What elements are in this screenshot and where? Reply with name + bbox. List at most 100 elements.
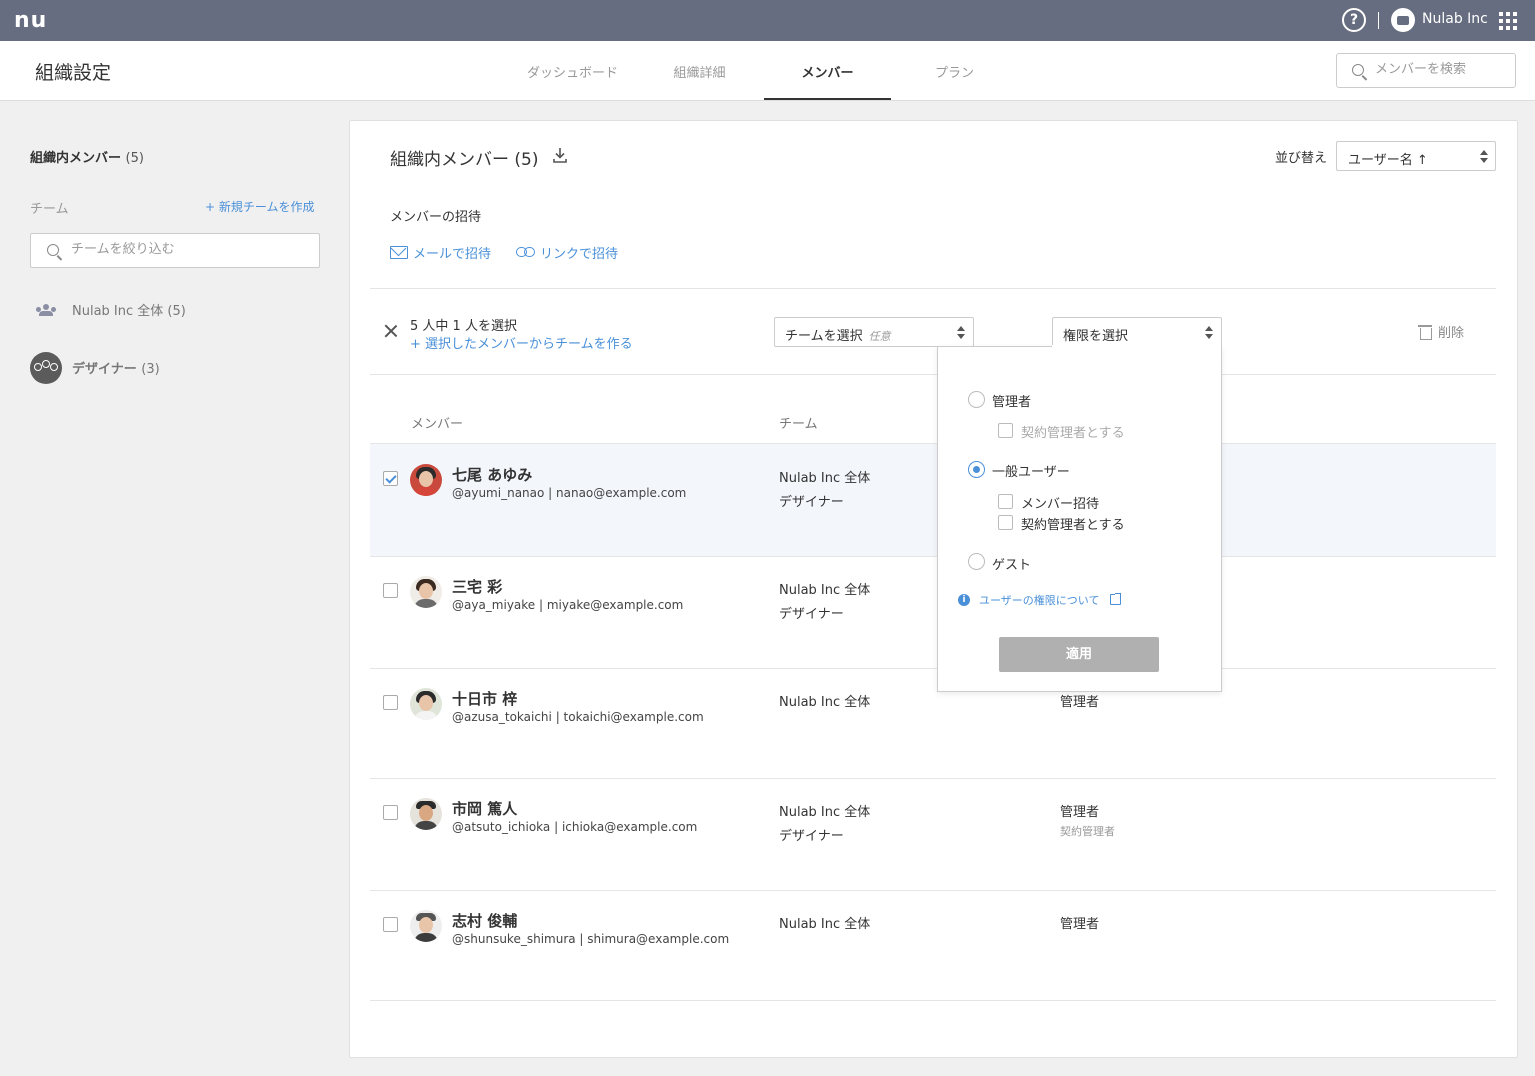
select-arrows-icon — [957, 326, 965, 340]
selection-count: 5 人中 1 人を選択 — [410, 319, 517, 334]
trash-icon — [1418, 325, 1432, 340]
create-team-from-selection-link[interactable]: + 選択したメンバーからチームを作る — [410, 333, 633, 352]
members-card — [349, 120, 1518, 1058]
column-header-member[interactable]: メンバー — [411, 413, 463, 432]
select-arrows-icon — [1480, 150, 1488, 164]
member-name: 三宅 彩 — [452, 578, 503, 596]
sidebar-item-count: (5) — [167, 304, 186, 319]
divider — [370, 890, 1496, 891]
checkbox-admin-contract-label: 契約管理者とする — [1021, 426, 1125, 441]
nulab-logo[interactable]: nu — [14, 8, 47, 33]
team-filter[interactable] — [30, 233, 320, 268]
sort-label: 並び替え — [1275, 151, 1328, 166]
radio-admin[interactable] — [968, 391, 985, 408]
sidebar-item-label: Nulab Inc 全体 — [72, 304, 164, 319]
page-header: 組織設定 ダッシュボード 組織詳細 メンバー プラン — [0, 41, 1535, 101]
search-icon — [47, 244, 59, 256]
member-role-sub: 契約管理者 — [1060, 825, 1115, 838]
row-checkbox[interactable] — [383, 805, 398, 820]
apply-button[interactable]: 適用 — [999, 637, 1159, 672]
sort-select[interactable]: ユーザー名 ↑ — [1336, 141, 1496, 171]
radio-admin-label[interactable]: 管理者 — [992, 391, 1031, 410]
radio-general-user-label[interactable]: 一般ユーザー — [992, 461, 1070, 480]
team-select-label: チームを選択 任意 — [785, 329, 891, 344]
radio-general-user[interactable] — [968, 461, 985, 478]
avatar — [410, 576, 442, 608]
member-role: 管理者 — [1060, 695, 1100, 710]
radio-guest[interactable] — [968, 553, 985, 570]
sidebar-heading-label: 組織内メンバー — [30, 151, 122, 166]
member-search-input[interactable] — [1375, 62, 1505, 77]
member-id-email: @atsuto_ichioka | ichioka@example.com — [452, 820, 698, 834]
sidebar-item-nulab-all[interactable]: Nulab Inc 全体 (5) — [72, 300, 186, 319]
divider — [370, 668, 1496, 669]
tab-dashboard[interactable]: ダッシュボード — [509, 62, 636, 81]
divider — [370, 556, 1496, 557]
sidebar-item-label: デザイナー — [72, 362, 137, 377]
divider — [1378, 12, 1379, 29]
row-checkbox[interactable] — [383, 695, 398, 710]
row-checkbox[interactable] — [383, 583, 398, 598]
invite-heading: メンバーの招待 — [390, 210, 482, 225]
member-role: 管理者 — [1060, 917, 1100, 932]
download-icon[interactable] — [551, 146, 569, 164]
team-filter-input[interactable] — [71, 242, 311, 257]
member-role: 管理者 — [1060, 805, 1100, 820]
select-arrows-icon — [1205, 326, 1213, 340]
sidebar-heading-count: (5) — [125, 151, 144, 166]
member-id-email: @ayumi_nanao | nanao@example.com — [452, 486, 687, 500]
checkbox-admin-contract — [998, 423, 1013, 438]
org-name[interactable]: Nulab Inc — [1422, 11, 1488, 27]
link-icon — [516, 247, 536, 257]
sidebar-item-count: (3) — [141, 362, 160, 377]
member-team: Nulab Inc 全体 — [779, 917, 871, 932]
delete-button[interactable]: 削除 — [1438, 322, 1464, 341]
member-name: 市岡 篤人 — [452, 800, 518, 818]
table-row-selected-bg — [370, 444, 1496, 556]
member-team: デザイナー — [779, 829, 844, 844]
people-icon — [36, 304, 56, 316]
mail-icon — [390, 246, 408, 259]
member-id-email: @azusa_tokaichi | tokaichi@example.com — [452, 710, 704, 724]
checkbox-general-contract[interactable] — [998, 515, 1013, 530]
avatar — [410, 910, 442, 942]
invite-by-mail-link[interactable]: メールで招待 — [413, 243, 491, 262]
sidebar-item-designers[interactable]: デザイナー (3) — [72, 358, 160, 377]
org-avatar-icon[interactable] — [1391, 8, 1415, 32]
avatar — [410, 464, 442, 496]
member-team: Nulab Inc 全体 — [779, 805, 871, 820]
radio-guest-label[interactable]: ゲスト — [992, 554, 1031, 573]
sort-select-value: ユーザー名 ↑ — [1348, 153, 1428, 168]
permission-select[interactable]: 権限を選択 — [1052, 317, 1222, 347]
avatar — [410, 688, 442, 720]
help-icon[interactable]: ? — [1342, 8, 1366, 32]
row-checkbox[interactable] — [383, 917, 398, 932]
team-avatar-icon — [30, 352, 62, 384]
close-icon[interactable] — [383, 323, 399, 339]
member-search[interactable] — [1336, 53, 1516, 88]
column-header-team[interactable]: チーム — [779, 413, 818, 432]
sidebar-heading[interactable]: 組織内メンバー (5) — [30, 147, 144, 166]
tab-org-details[interactable]: 組織詳細 — [636, 62, 763, 81]
page-title: 組織設定 — [35, 62, 112, 84]
tab-members[interactable]: メンバー — [764, 62, 891, 81]
permission-help-link[interactable]: ユーザーの権限について — [979, 592, 1099, 608]
checkbox-general-contract-label[interactable]: 契約管理者とする — [1021, 514, 1125, 533]
invite-by-link-link[interactable]: リンクで招待 — [540, 243, 618, 262]
team-select[interactable]: チームを選択 任意 — [774, 317, 974, 347]
row-checkbox[interactable] — [383, 471, 398, 486]
apps-grid-icon[interactable] — [1499, 12, 1517, 30]
info-icon: i — [958, 594, 970, 606]
member-team: Nulab Inc 全体 — [779, 583, 871, 598]
divider — [370, 374, 1496, 375]
member-name: 十日市 梓 — [452, 690, 518, 708]
checkbox-member-invite[interactable] — [998, 494, 1013, 509]
member-team: デザイナー — [779, 607, 844, 622]
member-id-email: @aya_miyake | miyake@example.com — [452, 598, 684, 612]
external-link-icon[interactable] — [1110, 593, 1121, 605]
member-team: Nulab Inc 全体 — [779, 471, 871, 486]
tab-plan[interactable]: プラン — [891, 62, 1018, 81]
checkbox-member-invite-label[interactable]: メンバー招待 — [1021, 493, 1099, 512]
new-team-link[interactable]: + 新規チームを作成 — [205, 198, 315, 215]
member-name: 志村 俊輔 — [452, 912, 518, 930]
